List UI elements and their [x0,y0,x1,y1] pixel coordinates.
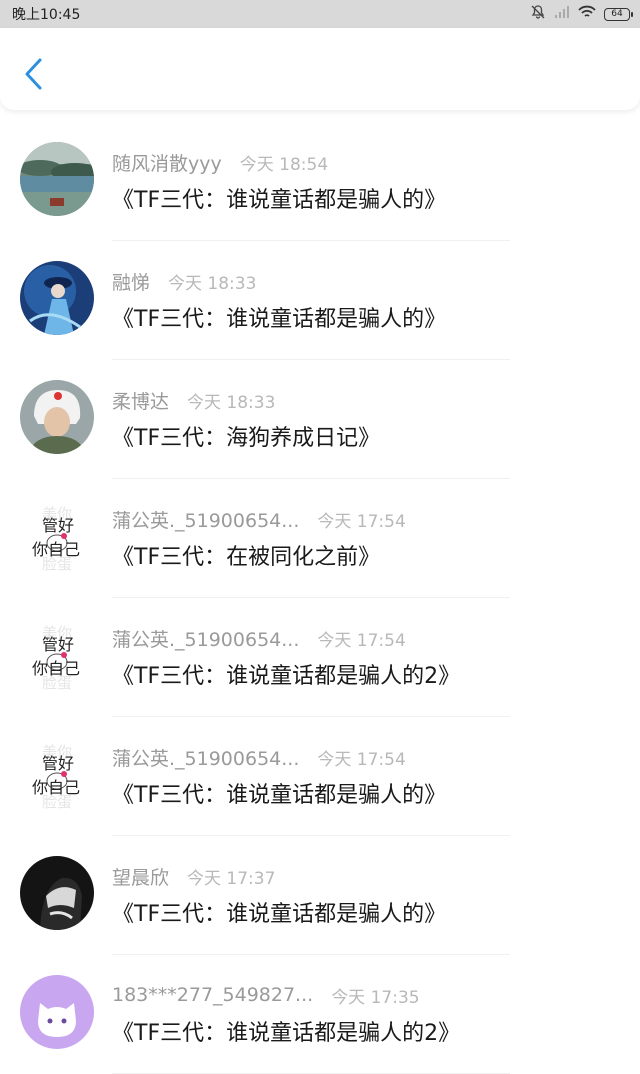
blue-figure-avatar[interactable] [20,261,94,335]
work-title[interactable]: 《TF三代：谁说童话都是骗人的》 [112,777,446,809]
work-title[interactable]: 《TF三代：谁说童话都是骗人的》 [112,182,446,214]
avatar-text-bottom: 你自己 [32,659,80,678]
work-title[interactable]: 《TF三代：谁说童话都是骗人的2》 [112,1015,460,1047]
pilot-avatar[interactable] [20,380,94,454]
username[interactable]: 望晨欣 [112,863,169,890]
work-title[interactable]: 《TF三代：谁说童话都是骗人的2》 [112,658,460,690]
timestamp: 今天 17:54 [317,749,406,770]
item-meta: 蒲公英._51900654... 今天 17:54 [112,625,406,651]
item-meta: 蒲公英._51900654... 今天 17:54 [112,744,406,770]
list-item[interactable]: 183***277_549827... 今天 17:35 《TF三代：谁说童话都… [0,955,640,1074]
avatar-text-bottom: 你自己 [32,540,80,559]
username[interactable]: 随风消散yyy [112,149,222,176]
item-meta: 柔博达 今天 18:33 [112,387,275,413]
work-title[interactable]: 《TF三代：谁说童话都是骗人的》 [112,896,446,928]
username[interactable]: 蒲公英._51900654... [112,744,299,771]
status-icons: 64 [530,4,633,24]
username[interactable]: 183***277_549827... [112,984,313,1006]
wifi-icon [578,5,596,23]
avatar-text-top: 管好 [42,635,74,654]
dark-photo-avatar[interactable] [20,856,94,930]
purple-cat-avatar[interactable] [20,975,94,1049]
avatar-text-top: 管好 [42,754,74,773]
timestamp: 今天 18:33 [187,392,276,413]
username[interactable]: 柔博达 [112,387,169,414]
signal-icon [554,5,570,23]
top-nav-bar [0,28,640,110]
mute-icon [530,4,546,24]
hello-kitty-avatar[interactable]: 美你 脸蛋 管好 你自己 [20,737,94,811]
back-button[interactable] [18,54,50,94]
list-item[interactable]: 柔博达 今天 18:33 《TF三代：海狗养成日记》 [0,360,640,479]
timestamp: 今天 17:54 [317,511,406,532]
message-list: 随风消散yyy 今天 18:54 《TF三代：谁说童话都是骗人的》 融悌 今天 … [0,122,640,1074]
timestamp: 今天 17:37 [187,868,276,889]
item-meta: 随风消散yyy 今天 18:54 [112,149,328,175]
landscape-avatar[interactable] [20,142,94,216]
list-item[interactable]: 美你 脸蛋 管好 你自己 蒲公英._51900654... 今天 17:54 《… [0,479,640,598]
username[interactable]: 蒲公英._51900654... [112,506,299,533]
timestamp: 今天 17:54 [317,630,406,651]
username[interactable]: 融悌 [112,268,150,295]
chevron-left-icon [25,58,42,90]
hello-kitty-avatar[interactable]: 美你 脸蛋 管好 你自己 [20,618,94,692]
item-meta: 望晨欣 今天 17:37 [112,863,275,889]
timestamp: 今天 18:54 [239,154,329,175]
list-item[interactable]: 融悌 今天 18:33 《TF三代：谁说童话都是骗人的》 [0,241,640,360]
item-meta: 183***277_549827... 今天 17:35 [112,982,420,1008]
work-title[interactable]: 《TF三代：谁说童话都是骗人的》 [112,301,446,333]
timestamp: 今天 18:33 [168,273,257,294]
avatar-text-top: 管好 [42,516,74,535]
list-item[interactable]: 美你 脸蛋 管好 你自己 蒲公英._51900654... 今天 17:54 《… [0,598,640,717]
work-title[interactable]: 《TF三代：在被同化之前》 [112,539,380,571]
item-meta: 蒲公英._51900654... 今天 17:54 [112,506,406,532]
list-item[interactable]: 随风消散yyy 今天 18:54 《TF三代：谁说童话都是骗人的》 [0,122,640,241]
list-item[interactable]: 望晨欣 今天 17:37 《TF三代：谁说童话都是骗人的》 [0,836,640,955]
list-item[interactable]: 美你 脸蛋 管好 你自己 蒲公英._51900654... 今天 17:54 《… [0,717,640,836]
username[interactable]: 蒲公英._51900654... [112,625,299,652]
timestamp: 今天 17:35 [331,987,420,1008]
work-title[interactable]: 《TF三代：海狗养成日记》 [112,420,380,452]
avatar-text-bottom: 你自己 [32,778,80,797]
status-bar: 晚上10:45 64 [0,0,640,28]
item-meta: 融悌 今天 18:33 [112,268,256,294]
battery-icon: 64 [604,7,633,21]
hello-kitty-avatar[interactable]: 美你 脸蛋 管好 你自己 [20,499,94,573]
status-time: 晚上10:45 [12,7,81,23]
